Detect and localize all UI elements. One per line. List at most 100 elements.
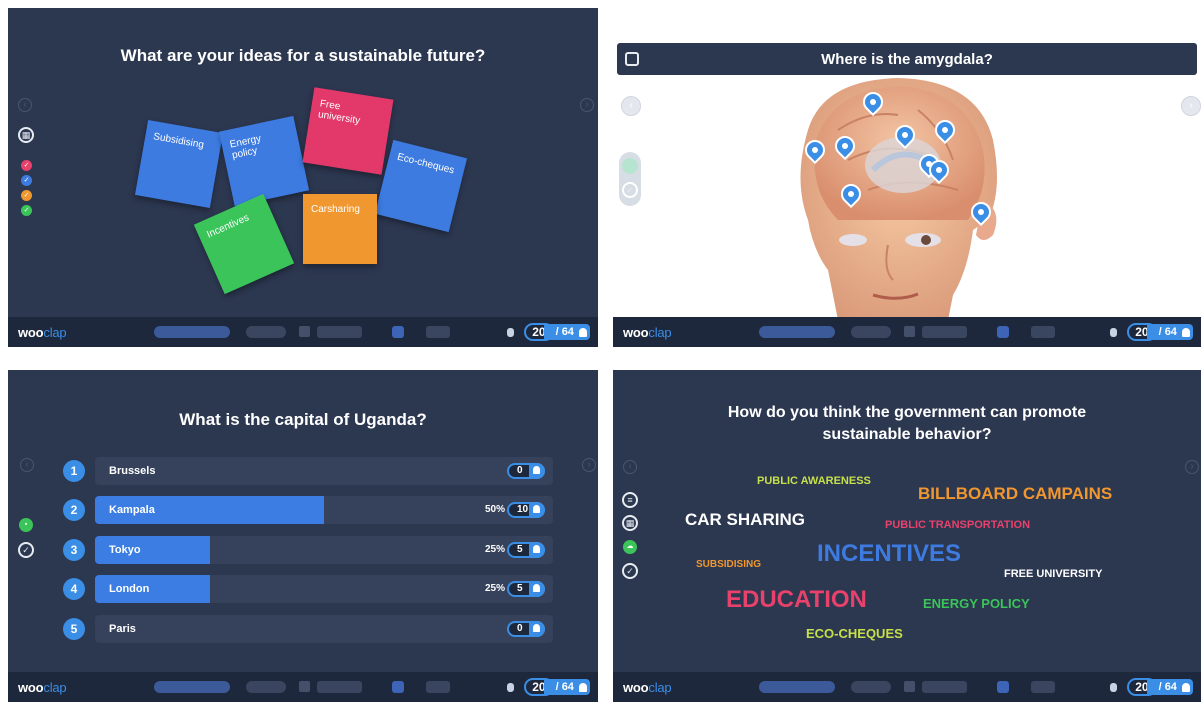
question-title: What are your ideas for a sustainable fu… bbox=[120, 46, 486, 65]
cloud-word: BILLBOARD CAMPAINS bbox=[918, 484, 1113, 503]
lightbulb-icon bbox=[507, 327, 515, 337]
cloud-word: ECO-CHEQUES bbox=[806, 626, 903, 641]
word-cloud-screen: How do you think the government can prom… bbox=[613, 370, 1201, 702]
exit-button[interactable] bbox=[426, 681, 450, 693]
sticky-note[interactable]: Incentives bbox=[193, 193, 295, 295]
filter-dot-orange[interactable]: ✓ bbox=[21, 190, 32, 201]
sticky-notes-screen: What are your ideas for a sustainable fu… bbox=[8, 8, 598, 347]
zoom-control[interactable] bbox=[317, 326, 362, 338]
view-toggle[interactable] bbox=[154, 326, 230, 338]
user-icon bbox=[1182, 327, 1190, 337]
exit-button[interactable] bbox=[1031, 326, 1055, 338]
cloud-word: INCENTIVES bbox=[817, 540, 962, 567]
answer-pin bbox=[890, 120, 920, 151]
next-question-icon[interactable]: › bbox=[580, 98, 594, 112]
question-header: Where is the amygdala? bbox=[617, 43, 1197, 75]
prev-question-icon[interactable]: ‹ bbox=[18, 98, 32, 112]
view-toggle[interactable] bbox=[759, 681, 835, 693]
footer-bar: wooclap 20/ 64 bbox=[613, 317, 1201, 347]
list-view-icon[interactable]: ≡ bbox=[622, 492, 638, 508]
cloud-word: ENERGY POLICY bbox=[923, 596, 1030, 611]
grid-view-icon[interactable]: ▦ bbox=[18, 127, 34, 143]
participant-counter: 20/ 64 bbox=[507, 323, 590, 341]
user-icon bbox=[529, 621, 545, 637]
sticky-note[interactable]: Subsidising bbox=[134, 119, 224, 209]
filter-dot-blue[interactable]: ✓ bbox=[21, 175, 32, 186]
wooclap-logo: wooclap bbox=[623, 325, 672, 340]
cloud-word: FREE UNIVERSITY bbox=[1004, 568, 1103, 580]
qr-icon[interactable] bbox=[997, 326, 1009, 338]
brain-head-illustration bbox=[800, 78, 997, 320]
poll-option: 3 Tokyo 25% 5 bbox=[63, 536, 553, 564]
exit-button[interactable] bbox=[1031, 681, 1055, 693]
zoom-control[interactable] bbox=[317, 681, 362, 693]
qr-icon[interactable] bbox=[997, 681, 1009, 693]
footer-bar: wooclap 20/ 64 bbox=[613, 672, 1201, 702]
messages-toggle[interactable] bbox=[851, 326, 891, 338]
cloud-word: PUBLIC AWARENESS bbox=[757, 475, 871, 487]
messages-toggle[interactable] bbox=[246, 681, 286, 693]
poll-option: 5 Paris 0 bbox=[63, 615, 553, 643]
filter-dot-green[interactable]: ✓ bbox=[21, 205, 32, 216]
sticky-note[interactable]: Energy policy bbox=[218, 115, 310, 207]
question-title: What is the capital of Uganda? bbox=[179, 410, 427, 429]
pin-mode-icon[interactable] bbox=[622, 158, 638, 174]
qr-icon[interactable] bbox=[392, 681, 404, 693]
cloud-word: SUBSIDISING bbox=[696, 559, 762, 570]
image-pin-screen: Where is the amygdala? ‹ › ✓ wooclap 20/… bbox=[613, 8, 1201, 347]
side-tools: ✓ bbox=[619, 152, 641, 206]
pen-icon[interactable] bbox=[299, 681, 310, 692]
answer-pin bbox=[830, 131, 860, 162]
cloud-word: PUBLIC TRANSPORTATION bbox=[885, 519, 1031, 531]
footer-bar: wooclap 20/ 64 bbox=[8, 672, 598, 702]
lightbulb-icon bbox=[1110, 327, 1118, 337]
lightbulb-icon bbox=[1110, 682, 1118, 692]
poll-option: 1 Brussels 0 bbox=[63, 457, 553, 485]
pen-icon[interactable] bbox=[299, 326, 310, 337]
question-title: How do you think the government can prom… bbox=[727, 404, 1087, 443]
check-answer-icon[interactable]: ✓ bbox=[622, 182, 638, 198]
next-question-icon[interactable]: › bbox=[582, 458, 596, 472]
view-toggle[interactable] bbox=[154, 681, 230, 693]
word-cloud-icon[interactable]: ☁ bbox=[623, 540, 637, 554]
next-question-icon[interactable]: › bbox=[1185, 460, 1199, 474]
sticky-note[interactable]: Free university bbox=[302, 87, 394, 175]
question-title: Where is the amygdala? bbox=[821, 51, 993, 68]
sticky-note[interactable]: Eco-cheques bbox=[374, 139, 468, 233]
prev-question-icon[interactable]: ‹ bbox=[623, 460, 637, 474]
messages-toggle[interactable] bbox=[851, 681, 891, 693]
answer-pin bbox=[924, 155, 954, 186]
wooclap-logo: wooclap bbox=[18, 680, 67, 695]
results-icon[interactable]: ▪ bbox=[19, 518, 33, 532]
next-question-icon[interactable]: › bbox=[1181, 96, 1201, 116]
poll-option: 2 Kampala 50% 10 bbox=[63, 496, 553, 524]
lightbulb-icon bbox=[507, 682, 515, 692]
participant-counter: 20/ 64 bbox=[507, 678, 590, 696]
user-icon bbox=[529, 463, 545, 479]
pen-icon[interactable] bbox=[904, 326, 915, 337]
zoom-control[interactable] bbox=[922, 681, 967, 693]
footer-bar: wooclap 20/ 64 bbox=[8, 317, 598, 347]
user-icon bbox=[579, 327, 587, 337]
prev-question-icon[interactable]: ‹ bbox=[20, 458, 34, 472]
sticky-note[interactable]: Carsharing bbox=[303, 194, 377, 264]
answer-pin bbox=[930, 115, 960, 146]
answer-pin bbox=[966, 197, 996, 228]
check-answer-icon[interactable]: ✓ bbox=[18, 542, 34, 558]
prev-question-icon[interactable]: ‹ bbox=[621, 96, 641, 116]
user-icon bbox=[1182, 682, 1190, 692]
filter-dot-pink[interactable]: ✓ bbox=[21, 160, 32, 171]
cloud-word: CAR SHARING bbox=[685, 510, 805, 529]
user-icon bbox=[529, 502, 545, 518]
zoom-control[interactable] bbox=[922, 326, 967, 338]
messages-toggle[interactable] bbox=[246, 326, 286, 338]
grid-view-icon[interactable]: ▦ bbox=[622, 515, 638, 531]
poll-option: 4 London 25% 5 bbox=[63, 575, 553, 603]
pen-icon[interactable] bbox=[904, 681, 915, 692]
exit-button[interactable] bbox=[426, 326, 450, 338]
wooclap-logo: wooclap bbox=[623, 680, 672, 695]
view-toggle[interactable] bbox=[759, 326, 835, 338]
user-icon bbox=[529, 542, 545, 558]
check-answer-icon[interactable]: ✓ bbox=[622, 563, 638, 579]
qr-icon[interactable] bbox=[392, 326, 404, 338]
